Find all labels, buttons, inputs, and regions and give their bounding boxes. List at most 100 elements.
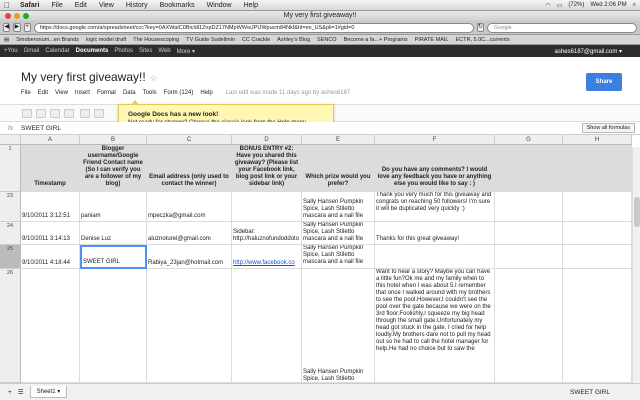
table-cell[interactable]: [563, 222, 632, 245]
scrollbar-thumb[interactable]: [634, 197, 640, 227]
table-cell[interactable]: [563, 269, 632, 383]
edit-status[interactable]: Last edit was made 11 days ago by ashes6…: [226, 90, 351, 96]
gbar-link-plus[interactable]: +You: [4, 48, 18, 54]
header-cell[interactable]: Do you have any comments? I would love a…: [375, 145, 495, 192]
print-icon[interactable]: [22, 109, 32, 118]
percent-icon[interactable]: [94, 109, 104, 118]
row-header[interactable]: 25: [0, 245, 21, 269]
doc-menu-format[interactable]: Format: [97, 90, 116, 96]
bookmark-item[interactable]: ECTR, 5.0C...currents: [455, 37, 509, 43]
menu-bookmarks[interactable]: Bookmarks: [154, 2, 201, 9]
doc-menu-tools[interactable]: Tools: [143, 90, 157, 96]
menu-history[interactable]: History: [120, 2, 154, 9]
bookmark-item[interactable]: PIRATE MAIL: [415, 37, 449, 43]
menu-help[interactable]: Help: [238, 2, 264, 9]
sheet-tab[interactable]: Sheet1 ▾: [29, 386, 68, 398]
header-cell[interactable]: Email address (only used to contact the …: [147, 145, 232, 192]
header-cell[interactable]: Which prize would you prefer?: [302, 145, 375, 192]
doc-menu-help[interactable]: Help: [200, 90, 212, 96]
doc-menu-data[interactable]: Data: [123, 90, 136, 96]
table-cell[interactable]: [563, 192, 632, 222]
doc-menu-form[interactable]: Form (124): [164, 90, 194, 96]
table-cell[interactable]: mpeczka@gmail.com: [147, 192, 232, 222]
doc-menu-file[interactable]: File: [21, 90, 31, 96]
menu-file[interactable]: File: [45, 2, 68, 9]
row-header[interactable]: 1: [0, 145, 21, 192]
corner-cell[interactable]: [0, 135, 21, 145]
column-header[interactable]: A: [21, 135, 80, 145]
table-cell[interactable]: Want to hear a story? Maybe you can have…: [375, 269, 495, 383]
table-cell[interactable]: paniam: [80, 192, 147, 222]
header-cell[interactable]: [563, 145, 632, 192]
gbar-link-photos[interactable]: Photos: [114, 48, 133, 54]
column-header[interactable]: E: [302, 135, 375, 145]
zoom-icon[interactable]: [23, 13, 29, 19]
doc-menu-insert[interactable]: Insert: [75, 90, 90, 96]
row-header[interactable]: 24: [0, 222, 21, 245]
table-cell[interactable]: [21, 269, 80, 383]
header-cell[interactable]: [495, 145, 563, 192]
table-cell[interactable]: Denise Luz: [80, 222, 147, 245]
star-icon[interactable]: ☆: [150, 73, 158, 83]
redo-icon[interactable]: [50, 109, 60, 118]
table-cell[interactable]: Sally Hansen Pumpkin Spice, Lash Stilett…: [302, 269, 375, 383]
table-cell[interactable]: 9/10/2011 3:14:13: [21, 222, 80, 245]
menu-edit[interactable]: Edit: [69, 2, 93, 9]
close-icon[interactable]: [5, 13, 11, 19]
gbar-link-calendar[interactable]: Calendar: [45, 48, 69, 54]
gbar-link-more[interactable]: More ▾: [177, 48, 195, 55]
row-header[interactable]: 26: [0, 269, 21, 383]
menu-view[interactable]: View: [93, 2, 120, 9]
undo-icon[interactable]: [36, 109, 46, 118]
menu-safari[interactable]: Safari: [14, 2, 45, 9]
reload-icon[interactable]: ↻: [476, 23, 484, 32]
add-sheet-icon[interactable]: +: [8, 389, 12, 396]
table-cell[interactable]: [495, 245, 563, 269]
table-cell[interactable]: 9/10/2011 4:18:44: [21, 245, 80, 269]
clock[interactable]: Wed 2:06 PM: [590, 2, 626, 8]
table-cell[interactable]: Sally Hansen Pumpkin Spice, Lash Stilett…: [302, 192, 375, 222]
bookmark-item[interactable]: Smoberonum...en Brands: [16, 37, 79, 43]
formula-input[interactable]: SWEET GIRL: [21, 125, 582, 132]
doc-menu-edit[interactable]: Edit: [38, 90, 48, 96]
gbar-link-documents[interactable]: Documents: [76, 48, 109, 54]
reading-list-icon[interactable]: ▤: [4, 37, 9, 43]
address-bar[interactable]: https://docs.google.com/a/spreadsheet/cc…: [33, 22, 474, 33]
column-header[interactable]: G: [495, 135, 563, 145]
header-cell[interactable]: BONUS ENTRY #2: Have you shared this giv…: [232, 145, 302, 192]
add-bookmark-icon[interactable]: +: [23, 23, 31, 32]
wifi-icon[interactable]: ◠: [545, 2, 550, 9]
account-menu[interactable]: ashes6187@gmail.com ▾: [555, 48, 640, 55]
table-cell[interactable]: aluznoturel@gmail.com: [147, 222, 232, 245]
gbar-link-sites[interactable]: Sites: [139, 48, 152, 54]
bookmark-item[interactable]: Become a fa...+ Programs: [344, 37, 408, 43]
sheet-list-icon[interactable]: ☰: [18, 388, 24, 396]
gbar-link-gmail[interactable]: Gmail: [24, 48, 40, 54]
menu-window[interactable]: Window: [201, 2, 238, 9]
table-cell[interactable]: [495, 269, 563, 383]
table-cell[interactable]: Sally Hansen Pumpkin Spice, Lash Stilett…: [302, 245, 375, 269]
currency-icon[interactable]: [80, 109, 90, 118]
bookmark-item[interactable]: logic model draft: [86, 37, 126, 43]
bookmark-item[interactable]: CC Crackle: [242, 37, 270, 43]
table-cell[interactable]: [232, 269, 302, 383]
column-header[interactable]: F: [375, 135, 495, 145]
table-cell[interactable]: [495, 192, 563, 222]
table-cell[interactable]: Thanks for this great giveaway!: [375, 222, 495, 245]
column-header[interactable]: B: [80, 135, 147, 145]
column-header[interactable]: H: [563, 135, 632, 145]
row-header[interactable]: 23: [0, 192, 21, 222]
table-cell[interactable]: 9/10/2011 3:12:51: [21, 192, 80, 222]
search-input[interactable]: Google: [487, 22, 637, 33]
share-link[interactable]: http://www.facebook.co: [232, 245, 302, 269]
doc-title[interactable]: My very first giveaway!!: [21, 70, 146, 84]
bookmark-item[interactable]: TV Guide Sudelimin: [186, 37, 235, 43]
table-cell[interactable]: [147, 269, 232, 383]
column-header[interactable]: D: [232, 135, 302, 145]
header-cell[interactable]: Blogger username/Google Friend Contact n…: [80, 145, 147, 192]
vertical-scrollbar[interactable]: [632, 147, 640, 383]
forward-icon[interactable]: ▶: [13, 23, 21, 32]
share-button[interactable]: Share: [586, 73, 622, 91]
table-cell[interactable]: Sally Hansen Pumpkin Spice, Lash Stilett…: [302, 222, 375, 245]
battery-icon[interactable]: ▭: [557, 2, 563, 9]
